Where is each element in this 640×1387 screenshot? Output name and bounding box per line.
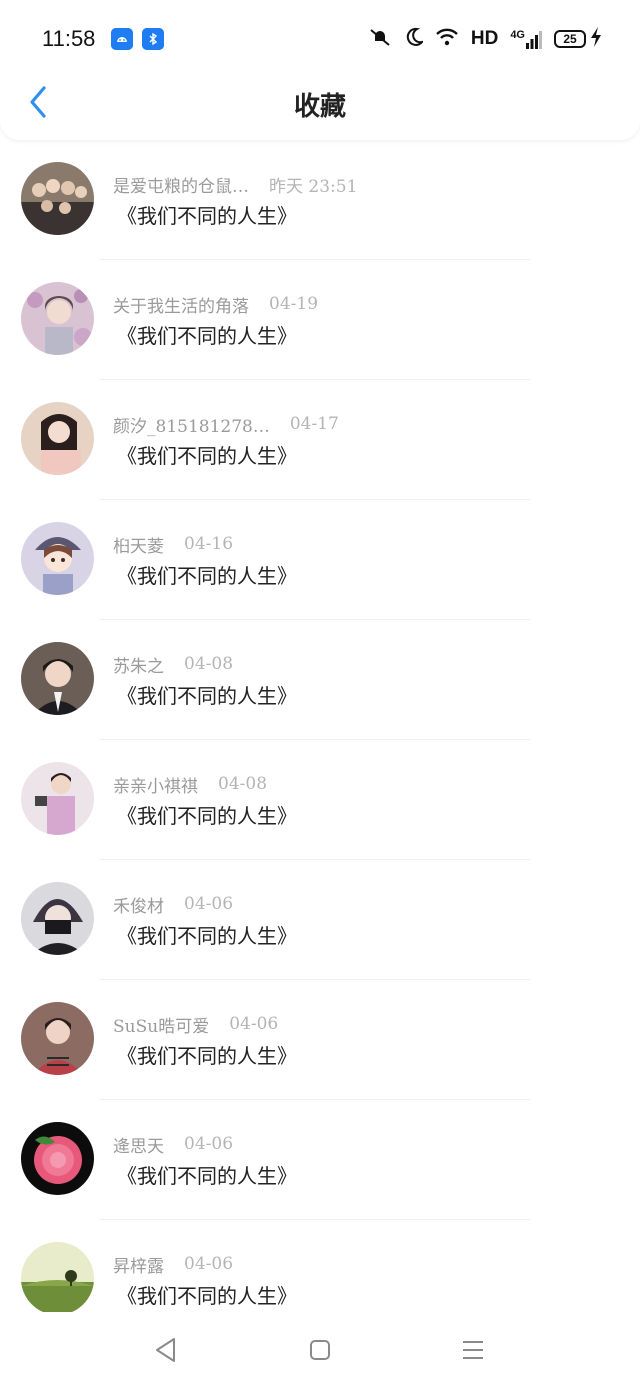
back-triangle-icon [156,1338,175,1362]
item-date: 04-06 [184,1254,234,1274]
item-title[interactable]: 《我们不同的人生》 [117,560,297,589]
wifi-icon [435,27,459,52]
author-name[interactable]: 禾俊材 [113,892,164,917]
mute-bell-icon [367,26,393,53]
list-item[interactable]: 苏朱之 04-08 《我们不同的人生》 [0,620,640,740]
nav-back-button[interactable] [144,1332,188,1368]
list-item[interactable]: 是爱屯粮的仓鼠… 昨天 23:51 《我们不同的人生》 [0,140,640,260]
bluetooth-icon [142,28,164,50]
item-date: 04-17 [289,414,339,434]
author-name[interactable]: 桕天菱 [113,532,164,557]
list-item[interactable]: 逄思天 04-06 《我们不同的人生》 [0,1100,640,1220]
list-item[interactable]: 颜汐_815181278… 04-17 《我们不同的人生》 [0,380,640,500]
network-type: 4G [510,29,525,41]
item-meta: 是爱屯粮的仓鼠… 昨天 23:51 [113,171,357,197]
item-title[interactable]: 《我们不同的人生》 [117,320,297,349]
item-date: 04-16 [184,534,234,554]
moon-icon [405,27,425,52]
list-item[interactable]: 桕天菱 04-16 《我们不同的人生》 [0,500,640,620]
item-meta: 昇梓露 04-06 [113,1251,233,1277]
nav-menu-button[interactable] [451,1332,495,1368]
author-name[interactable]: 苏朱之 [113,652,164,677]
list-item[interactable]: 关于我生活的角落 04-19 《我们不同的人生》 [0,260,640,380]
avatar[interactable] [21,282,94,355]
home-square-icon [310,1340,330,1360]
network-label: HD [470,28,499,49]
avatar[interactable] [21,1242,94,1315]
item-title[interactable]: 《我们不同的人生》 [117,1280,297,1309]
item-title[interactable]: 《我们不同的人生》 [117,920,297,949]
battery-level: 25 [554,30,586,48]
item-date: 04-06 [229,1014,279,1034]
avatar[interactable] [21,402,94,475]
android-icon [111,28,133,50]
charging-icon [590,26,602,52]
avatar[interactable] [21,642,94,715]
item-meta: 亲亲小祺祺 04-08 [113,771,267,797]
item-meta: 禾俊材 04-06 [113,891,233,917]
avatar[interactable] [21,162,94,235]
item-meta: 苏朱之 04-08 [113,651,233,677]
list-item[interactable]: SuSu晧可爱 04-06 《我们不同的人生》 [0,980,640,1100]
item-date: 04-06 [184,894,234,914]
item-date: 04-08 [218,774,268,794]
item-meta: 关于我生活的角落 04-19 [113,291,318,317]
item-meta: 颜汐_815181278… 04-17 [113,411,339,437]
item-title[interactable]: 《我们不同的人生》 [117,440,297,469]
page-header: 收藏 [0,62,640,140]
avatar[interactable] [21,522,94,595]
item-date: 04-19 [269,294,319,314]
item-meta: SuSu晧可爱 04-06 [113,1011,278,1037]
nav-home-button[interactable] [298,1332,342,1368]
favorites-list: 是爱屯粮的仓鼠… 昨天 23:51 《我们不同的人生》 关于我生活的角落 04-… [0,140,640,1340]
menu-lines-icon [463,1341,483,1359]
author-name[interactable]: SuSu晧可爱 [113,1012,209,1037]
avatar[interactable] [21,762,94,835]
author-name[interactable]: 颜汐_815181278… [113,412,270,437]
signal-icon: 4G [510,29,542,49]
status-icons: HD 4G 25 [367,26,602,52]
page-title: 收藏 [293,92,346,122]
item-title[interactable]: 《我们不同的人生》 [117,680,297,709]
author-name[interactable]: 关于我生活的角落 [113,292,249,317]
item-date: 04-06 [184,1134,234,1154]
item-title[interactable]: 《我们不同的人生》 [117,800,297,829]
avatar[interactable] [21,882,94,955]
author-name[interactable]: 是爱屯粮的仓鼠… [113,172,249,197]
author-name[interactable]: 逄思天 [113,1132,164,1157]
status-time: 11:58 [42,26,96,51]
author-name[interactable]: 昇梓露 [113,1252,164,1277]
avatar[interactable] [21,1002,94,1075]
item-date: 04-08 [184,654,234,674]
avatar[interactable] [21,1122,94,1195]
item-date: 昨天 23:51 [269,176,358,197]
item-title[interactable]: 《我们不同的人生》 [117,1040,297,1069]
item-title[interactable]: 《我们不同的人生》 [117,200,297,229]
item-meta: 桕天菱 04-16 [113,531,233,557]
item-title[interactable]: 《我们不同的人生》 [117,1160,297,1189]
list-item[interactable]: 禾俊材 04-06 《我们不同的人生》 [0,860,640,980]
item-meta: 逄思天 04-06 [113,1131,233,1157]
system-nav-bar [0,1312,640,1387]
author-name[interactable]: 亲亲小祺祺 [113,772,198,797]
list-item[interactable]: 亲亲小祺祺 04-08 《我们不同的人生》 [0,740,640,860]
